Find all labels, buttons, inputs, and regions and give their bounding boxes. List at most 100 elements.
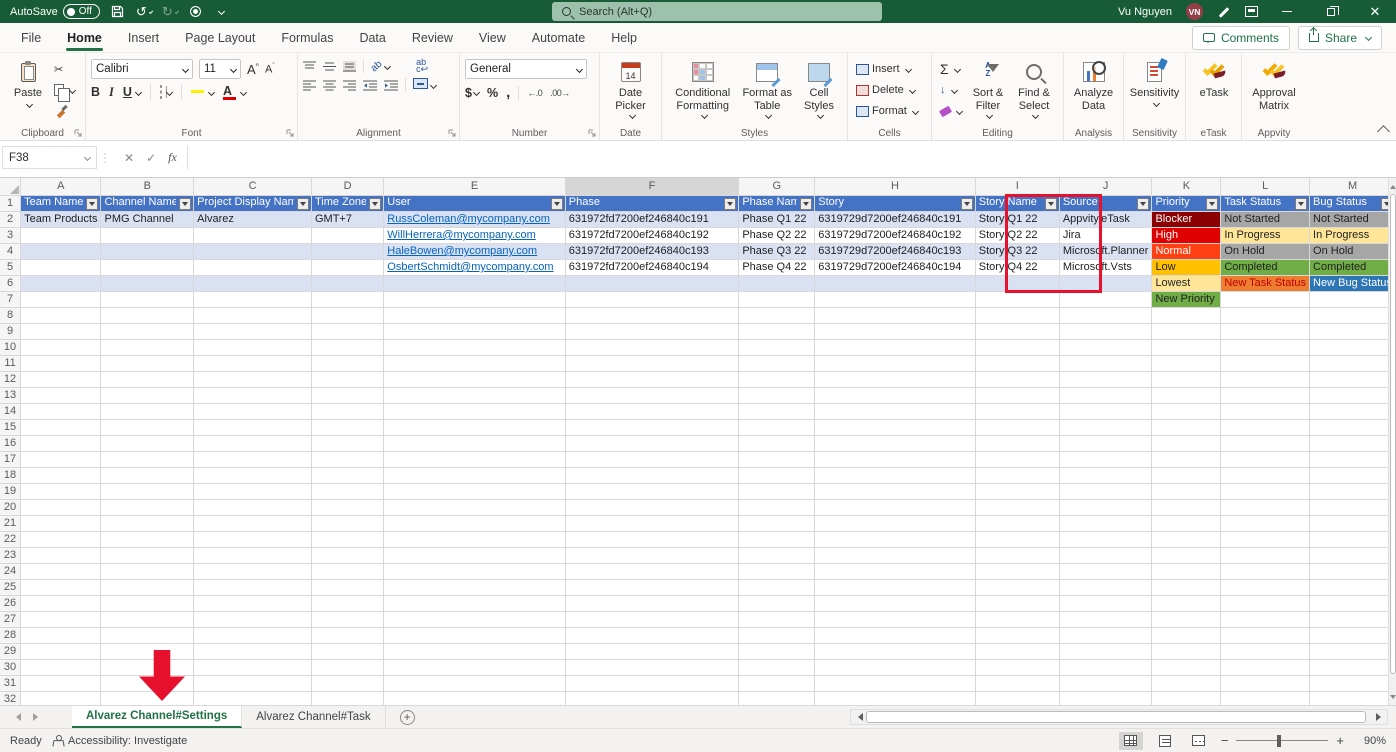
cell-K30[interactable] xyxy=(1152,659,1221,675)
cell-K1[interactable]: Priority xyxy=(1152,195,1221,211)
vertical-scrollbar[interactable] xyxy=(1388,178,1396,705)
name-box[interactable]: F38 xyxy=(2,146,97,169)
cell-A23[interactable] xyxy=(21,547,101,563)
column-header-L[interactable]: L xyxy=(1221,178,1310,195)
cell-M19[interactable] xyxy=(1310,483,1396,499)
cell-I14[interactable] xyxy=(975,403,1059,419)
align-center-icon[interactable] xyxy=(323,80,336,91)
cell-D21[interactable] xyxy=(311,515,383,531)
autosave-toggle[interactable]: AutoSave Off xyxy=(10,4,100,19)
cell-B1[interactable]: Channel Name xyxy=(101,195,194,211)
cell-C20[interactable] xyxy=(194,499,312,515)
cell-G32[interactable] xyxy=(739,691,815,705)
row-header-7[interactable]: 7 xyxy=(0,291,21,307)
format-as-table-button[interactable]: Format as Table xyxy=(738,57,796,121)
collapse-ribbon-icon[interactable] xyxy=(1377,125,1390,138)
column-header-I[interactable]: I xyxy=(975,178,1059,195)
cell-F3[interactable]: 631972fd7200ef246840c192 xyxy=(565,227,739,243)
cell-K28[interactable] xyxy=(1152,627,1221,643)
cell-J12[interactable] xyxy=(1059,371,1152,387)
cell-C24[interactable] xyxy=(194,563,312,579)
cell-K20[interactable] xyxy=(1152,499,1221,515)
cell-A12[interactable] xyxy=(21,371,101,387)
cell-D18[interactable] xyxy=(311,467,383,483)
cell-L16[interactable] xyxy=(1221,435,1310,451)
cell-F19[interactable] xyxy=(565,483,739,499)
column-header-B[interactable]: B xyxy=(101,178,194,195)
scroll-right-icon[interactable] xyxy=(1373,710,1387,724)
cell-J32[interactable] xyxy=(1059,691,1152,705)
increase-indent-icon[interactable] xyxy=(384,80,398,91)
cell-H31[interactable] xyxy=(815,675,976,691)
cell-M1[interactable]: Bug Status xyxy=(1310,195,1396,211)
cell-I28[interactable] xyxy=(975,627,1059,643)
font-size-combo[interactable]: 11 xyxy=(199,59,241,79)
close-button[interactable]: ✕ xyxy=(1360,0,1390,23)
underline-button[interactable]: U xyxy=(123,85,132,99)
cell-F10[interactable] xyxy=(565,339,739,355)
undo-button[interactable]: ↺ xyxy=(136,4,152,20)
cell-G8[interactable] xyxy=(739,307,815,323)
cell-B19[interactable] xyxy=(101,483,194,499)
cell-H11[interactable] xyxy=(815,355,976,371)
cell-I23[interactable] xyxy=(975,547,1059,563)
cell-A28[interactable] xyxy=(21,627,101,643)
column-header-E[interactable]: E xyxy=(384,178,565,195)
cell-G24[interactable] xyxy=(739,563,815,579)
cell-J7[interactable] xyxy=(1059,291,1152,307)
cell-K10[interactable] xyxy=(1152,339,1221,355)
cell-E1[interactable]: User xyxy=(384,195,565,211)
etask-button[interactable]: eTask xyxy=(1191,57,1237,103)
cell-E20[interactable] xyxy=(384,499,565,515)
row-header-24[interactable]: 24 xyxy=(0,563,21,579)
cell-K5[interactable]: Low xyxy=(1152,259,1221,275)
cell-E17[interactable] xyxy=(384,451,565,467)
row-header-1[interactable]: 1 xyxy=(0,195,21,211)
cell-M32[interactable] xyxy=(1310,691,1396,705)
cell-E6[interactable] xyxy=(384,275,565,291)
cell-K19[interactable] xyxy=(1152,483,1221,499)
cell-J27[interactable] xyxy=(1059,611,1152,627)
scroll-down-icon[interactable] xyxy=(1389,691,1396,705)
cell-D29[interactable] xyxy=(311,643,383,659)
cell-E18[interactable] xyxy=(384,467,565,483)
cell-L24[interactable] xyxy=(1221,563,1310,579)
cut-button[interactable]: ✂ xyxy=(51,59,78,79)
cell-C15[interactable] xyxy=(194,419,312,435)
cell-D22[interactable] xyxy=(311,531,383,547)
cell-K6[interactable]: Lowest xyxy=(1152,275,1221,291)
hyperlink[interactable]: WillHerrera@mycompany.com xyxy=(387,229,535,241)
sheet-tab-1[interactable]: Alvarez Channel#Settings xyxy=(72,706,242,728)
row-header-25[interactable]: 25 xyxy=(0,579,21,595)
cell-M5[interactable]: Completed xyxy=(1310,259,1396,275)
cell-J8[interactable] xyxy=(1059,307,1152,323)
cell-D25[interactable] xyxy=(311,579,383,595)
increase-decimal-button[interactable]: ←.0 xyxy=(527,88,542,98)
cell-J9[interactable] xyxy=(1059,323,1152,339)
fill-button[interactable]: ↓ xyxy=(937,80,965,100)
column-header-H[interactable]: H xyxy=(815,178,976,195)
cell-E15[interactable] xyxy=(384,419,565,435)
cell-D11[interactable] xyxy=(311,355,383,371)
cell-K23[interactable] xyxy=(1152,547,1221,563)
font-name-combo[interactable]: Calibri xyxy=(91,59,193,79)
cell-C26[interactable] xyxy=(194,595,312,611)
cell-M18[interactable] xyxy=(1310,467,1396,483)
cell-A5[interactable] xyxy=(21,259,101,275)
cell-C2[interactable]: Alvarez xyxy=(194,211,312,227)
cell-J3[interactable]: Jira xyxy=(1059,227,1152,243)
cell-H2[interactable]: 6319729d7200ef246840c191 xyxy=(815,211,976,227)
cell-L22[interactable] xyxy=(1221,531,1310,547)
menu-tab-file[interactable]: File xyxy=(8,25,54,51)
cell-K11[interactable] xyxy=(1152,355,1221,371)
cell-B29[interactable] xyxy=(101,643,194,659)
cell-C6[interactable] xyxy=(194,275,312,291)
menu-tab-insert[interactable]: Insert xyxy=(115,25,172,51)
cell-D14[interactable] xyxy=(311,403,383,419)
filter-button-K[interactable] xyxy=(1206,198,1218,210)
row-header-31[interactable]: 31 xyxy=(0,675,21,691)
cell-K14[interactable] xyxy=(1152,403,1221,419)
cell-D6[interactable] xyxy=(311,275,383,291)
cell-B25[interactable] xyxy=(101,579,194,595)
cell-G3[interactable]: Phase Q2 22 xyxy=(739,227,815,243)
